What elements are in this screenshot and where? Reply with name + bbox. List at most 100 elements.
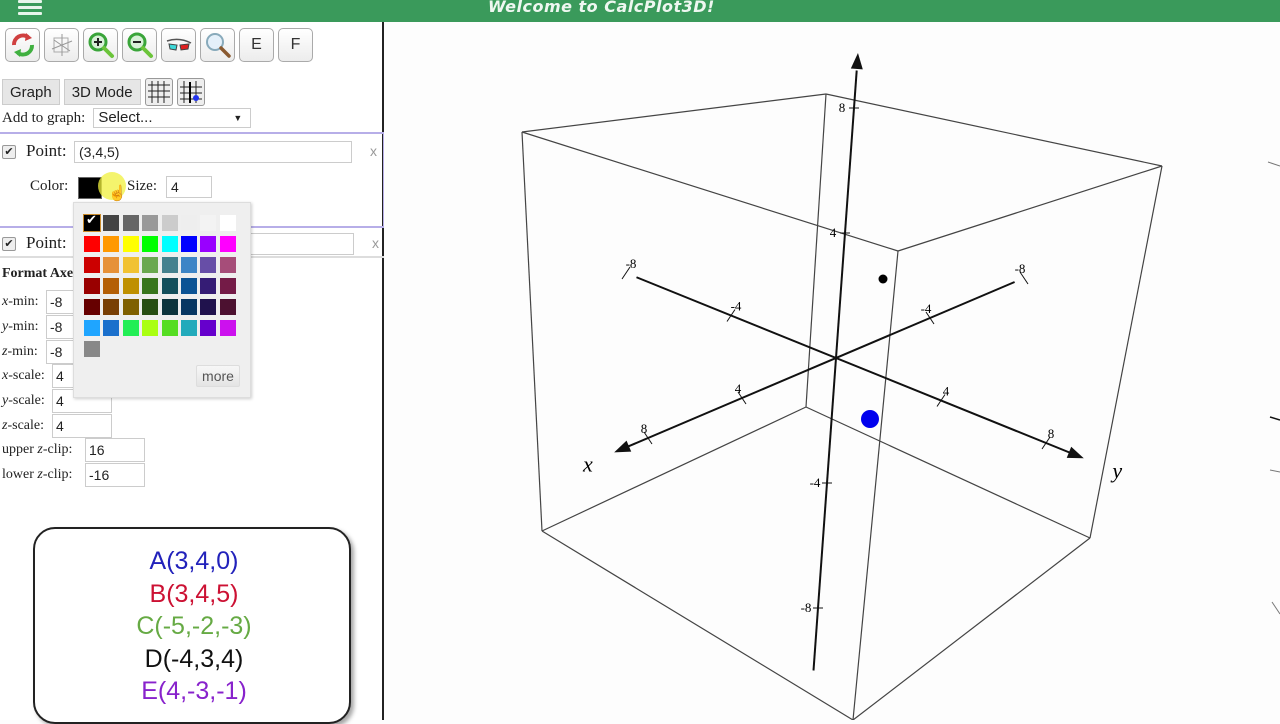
color-swatch[interactable]: [103, 215, 120, 231]
point-size-input[interactable]: 4: [166, 176, 212, 198]
format-field-label: x-min:: [2, 294, 39, 310]
bounding-box-edge: [541, 406, 807, 532]
color-swatch[interactable]: [200, 278, 217, 294]
hamburger-menu-icon[interactable]: [18, 0, 42, 16]
color-swatch[interactable]: [180, 236, 197, 252]
rotate-reset-button[interactable]: [5, 28, 40, 62]
zoom-in-icon: [88, 32, 114, 58]
field-label: -scale:: [8, 393, 45, 408]
color-swatch[interactable]: [142, 320, 159, 336]
3d-mode-button[interactable]: 3D Mode: [63, 79, 141, 105]
zoom-out-icon: [127, 32, 153, 58]
color-swatch[interactable]: [122, 236, 139, 252]
color-swatch[interactable]: [103, 299, 120, 315]
color-swatch[interactable]: [180, 320, 197, 336]
color-swatch[interactable]: [142, 299, 159, 315]
y-tick-label: -8: [626, 256, 637, 271]
empty-cell: [103, 341, 119, 357]
color-swatch[interactable]: [219, 257, 236, 273]
3d-plot[interactable]: 8 4 -4 -8 8 4 -4 -8 8 4 -4 -8 x y z: [386, 22, 1280, 720]
color-swatch[interactable]: [84, 278, 100, 294]
color-swatch[interactable]: [84, 236, 100, 252]
color-swatch[interactable]: [161, 278, 178, 294]
color-swatch[interactable]: [84, 257, 100, 273]
color-swatch[interactable]: [122, 320, 139, 336]
color-swatch[interactable]: [161, 257, 178, 273]
color-swatch[interactable]: [200, 299, 217, 315]
color-swatch[interactable]: [83, 213, 101, 232]
z-axis-label: z: [855, 22, 865, 26]
color-swatch[interactable]: [219, 215, 236, 231]
color-swatch[interactable]: [219, 299, 236, 315]
color-swatch[interactable]: [180, 257, 197, 273]
color-swatch[interactable]: [142, 215, 159, 231]
color-swatch[interactable]: [161, 215, 178, 231]
color-swatch[interactable]: [200, 257, 217, 273]
color-swatch[interactable]: [219, 278, 236, 294]
grid-icon: [147, 81, 170, 103]
color-swatch[interactable]: [84, 320, 100, 336]
color-swatch[interactable]: [122, 278, 139, 294]
color-swatch[interactable]: [103, 236, 120, 252]
color-swatch[interactable]: [84, 341, 100, 357]
point-list-item: C(-5,-2,-3): [136, 612, 252, 640]
color-swatch[interactable]: [200, 215, 217, 231]
plot-canvas[interactable]: 8 4 -4 -8 8 4 -4 -8 8 4 -4 -8 x y z: [386, 22, 1280, 720]
color-swatch[interactable]: [122, 299, 139, 315]
format-field-input[interactable]: 4: [52, 414, 112, 438]
color-swatch[interactable]: [200, 236, 217, 252]
add-to-graph-select[interactable]: Select... ▼: [93, 108, 252, 128]
color-swatch[interactable]: [161, 236, 178, 252]
anaglyph-button[interactable]: [161, 28, 196, 62]
plotted-point-3-4-0[interactable]: [861, 410, 879, 428]
point-list-item: D(-4,3,4): [144, 644, 244, 673]
color-swatch[interactable]: [180, 278, 197, 294]
color-swatch[interactable]: [180, 299, 197, 315]
color-swatch[interactable]: [180, 215, 197, 231]
empty-cell: [123, 341, 139, 357]
zoom-out-button[interactable]: [122, 28, 157, 62]
point-1-remove-button[interactable]: x: [370, 143, 377, 159]
format-field-input[interactable]: 16: [85, 438, 145, 462]
add-to-graph-row: Add to graph: Select... ▼: [2, 108, 252, 128]
field-label: -clip:: [42, 467, 73, 482]
point-2-visible-checkbox[interactable]: ✔: [2, 237, 16, 251]
color-swatch[interactable]: [200, 320, 217, 336]
color-swatch[interactable]: [142, 236, 159, 252]
add-to-graph-label: Add to graph:: [2, 109, 86, 126]
x-axis-arrow-icon: [614, 440, 632, 453]
color-swatch[interactable]: [122, 215, 139, 231]
color-swatch[interactable]: [161, 299, 178, 315]
color-swatch[interactable]: [122, 257, 139, 273]
graph-button[interactable]: Graph: [2, 79, 60, 105]
zoom-in-button[interactable]: [83, 28, 118, 62]
point-1-visible-checkbox[interactable]: ✔: [2, 145, 16, 159]
f-button[interactable]: F: [278, 28, 313, 62]
axes-box-button[interactable]: [44, 28, 79, 62]
magnifier-icon: [205, 33, 231, 58]
point-2-remove-button[interactable]: x: [372, 235, 379, 251]
color-swatch[interactable]: [103, 320, 120, 336]
plotted-point-3-4-5[interactable]: [878, 274, 888, 284]
grid-axes-button[interactable]: [176, 78, 205, 106]
z-tick-label: -4: [810, 475, 821, 490]
color-swatch[interactable]: [103, 257, 120, 273]
color-swatch[interactable]: [219, 236, 236, 252]
color-swatch[interactable]: [103, 278, 120, 294]
grid-button[interactable]: [144, 78, 173, 106]
color-swatch[interactable]: [142, 278, 159, 294]
color-swatch[interactable]: [219, 320, 236, 336]
field-label: -clip:: [42, 442, 73, 457]
color-swatch[interactable]: [84, 299, 100, 315]
point-1-input[interactable]: (3,4,5): [74, 141, 352, 163]
more-colors-button[interactable]: more: [196, 365, 240, 387]
color-swatch[interactable]: [142, 257, 159, 273]
e-button[interactable]: E: [239, 28, 274, 62]
toolbar: E F: [5, 28, 313, 62]
magnify-button[interactable]: [200, 28, 235, 62]
color-swatch[interactable]: [161, 320, 178, 336]
z-tick-label: 4: [830, 225, 837, 240]
format-field-input[interactable]: -16: [85, 463, 145, 487]
app-header: Welcome to CalcPlot3D!: [0, 0, 1280, 22]
field-label: -scale:: [7, 418, 44, 433]
